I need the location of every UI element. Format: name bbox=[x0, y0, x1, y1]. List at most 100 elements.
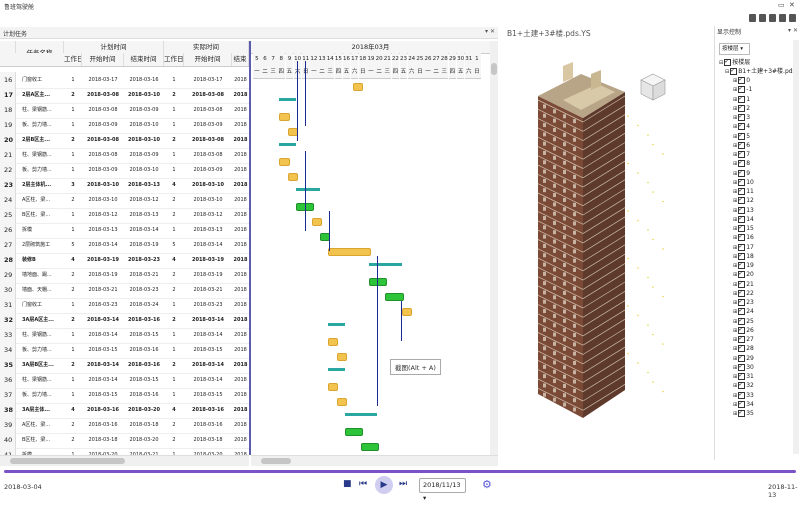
model-viewer[interactable]: B1+土建+3#楼.pds.YS bbox=[503, 26, 712, 462]
tree-project[interactable]: ⊟B1+土建+3#楼.pds bbox=[725, 66, 796, 76]
checkbox-icon[interactable] bbox=[738, 121, 746, 131]
checkbox-icon[interactable] bbox=[738, 279, 746, 288]
col-plan-end[interactable]: 结束时间 bbox=[124, 53, 164, 66]
checkbox-icon[interactable] bbox=[738, 84, 746, 94]
copy-icon[interactable] bbox=[769, 14, 776, 22]
task-panel-pin[interactable]: ▾ ✕ bbox=[485, 28, 495, 35]
checkbox-icon[interactable] bbox=[738, 343, 746, 353]
gantt-bar[interactable] bbox=[369, 278, 388, 286]
col-actual-start[interactable]: 开始时间 bbox=[184, 53, 232, 66]
gantt-bar[interactable] bbox=[336, 398, 347, 406]
tree-floor-item[interactable]: ⊞32 bbox=[733, 380, 754, 390]
checkbox-icon[interactable] bbox=[738, 232, 746, 242]
tree-floor-item[interactable]: ⊞26 bbox=[733, 325, 754, 335]
gantt-bar[interactable] bbox=[312, 218, 323, 226]
tree-floor-item[interactable]: ⊞14 bbox=[733, 214, 754, 224]
checkbox-icon[interactable] bbox=[738, 103, 746, 112]
tree-floor-item[interactable]: ⊞27 bbox=[733, 334, 754, 344]
checkbox-icon[interactable] bbox=[738, 306, 746, 316]
tree-floor-item[interactable]: ⊞30 bbox=[733, 362, 754, 372]
checkbox-icon[interactable] bbox=[738, 251, 746, 260]
tree-floor-item[interactable]: ⊞20 bbox=[733, 269, 754, 279]
tree-floor-item[interactable]: ⊞13 bbox=[733, 205, 754, 215]
checkbox-icon[interactable] bbox=[738, 112, 746, 121]
checkbox-icon[interactable] bbox=[738, 325, 746, 334]
display-control-pin[interactable]: ▾ ✕ bbox=[788, 27, 798, 34]
tree-floor-item[interactable]: ⊞10 bbox=[733, 177, 754, 187]
checkbox-icon[interactable] bbox=[738, 131, 746, 140]
stop-button[interactable]: ■ bbox=[343, 479, 352, 489]
tree-floor-item[interactable]: ⊞19 bbox=[733, 260, 754, 270]
gear-icon[interactable]: ⚙ bbox=[482, 478, 492, 491]
checkbox-icon[interactable] bbox=[738, 94, 746, 103]
gantt-bar[interactable] bbox=[287, 173, 298, 181]
checkbox-icon[interactable] bbox=[738, 390, 746, 399]
gantt-bar[interactable] bbox=[336, 353, 347, 361]
tree-floor-item[interactable]: ⊞35 bbox=[733, 408, 754, 418]
gantt-bar[interactable] bbox=[344, 413, 378, 416]
checkbox-icon[interactable] bbox=[738, 269, 746, 279]
tree-floor-item[interactable]: ⊞28 bbox=[733, 343, 754, 353]
checkbox-icon[interactable] bbox=[738, 288, 746, 297]
tree-floor-item[interactable]: ⊞12 bbox=[733, 195, 754, 205]
gantt-bar[interactable] bbox=[344, 428, 363, 436]
settings-icon[interactable] bbox=[789, 14, 796, 22]
gantt-bar[interactable] bbox=[401, 308, 412, 316]
prev-button[interactable]: ⏮ bbox=[359, 479, 367, 489]
gantt-bar[interactable] bbox=[328, 248, 372, 256]
checkbox-icon[interactable] bbox=[738, 149, 746, 158]
gantt-bar[interactable] bbox=[279, 113, 290, 121]
checkbox-icon[interactable] bbox=[738, 316, 746, 325]
tree-floor-item[interactable]: ⊞16 bbox=[733, 232, 754, 242]
table-row[interactable]: 41 拆模 1 2018-03-20 2018-03-21 1 2018-03-20 2018 bbox=[0, 447, 249, 455]
stack-icon[interactable] bbox=[779, 14, 786, 22]
tree-floor-item[interactable]: ⊞21 bbox=[733, 279, 754, 289]
checkbox-icon[interactable] bbox=[738, 186, 746, 195]
col-workdays[interactable]: 工作日 bbox=[64, 53, 82, 66]
checkbox-icon[interactable] bbox=[738, 205, 746, 214]
gantt-bar[interactable] bbox=[328, 368, 345, 371]
tree-floor-item[interactable]: ⊞33 bbox=[733, 390, 754, 400]
checkbox-icon[interactable] bbox=[738, 177, 746, 186]
gantt-bar[interactable] bbox=[385, 293, 404, 301]
checkbox-icon[interactable] bbox=[738, 214, 746, 223]
gantt-bar[interactable] bbox=[279, 98, 296, 101]
col-workdays-actual[interactable]: 工作日 bbox=[164, 53, 184, 66]
col-plan-start[interactable]: 开始时间 bbox=[82, 53, 124, 66]
tree-floor-item[interactable]: ⊞25 bbox=[733, 316, 754, 326]
gantt-bar[interactable] bbox=[352, 83, 363, 91]
tree-scrollbar[interactable] bbox=[793, 40, 799, 454]
checkbox-icon[interactable] bbox=[738, 371, 746, 380]
filter-dropdown[interactable]: 按楼层 ▾ bbox=[719, 43, 750, 55]
checkbox-icon[interactable] bbox=[738, 380, 746, 390]
close-button[interactable]: ✕ bbox=[789, 1, 795, 9]
checkbox-icon[interactable] bbox=[738, 242, 746, 251]
checkbox-icon[interactable] bbox=[738, 334, 746, 343]
gantt-bar[interactable] bbox=[279, 158, 290, 166]
timeline-progress[interactable] bbox=[4, 470, 796, 473]
gantt-bar[interactable] bbox=[369, 263, 402, 266]
checkbox-icon[interactable] bbox=[738, 297, 746, 306]
gantt-bar[interactable] bbox=[279, 143, 296, 146]
gantt-bar[interactable] bbox=[328, 323, 345, 326]
checkbox-icon[interactable] bbox=[738, 260, 746, 269]
gantt-bar[interactable] bbox=[328, 383, 339, 391]
checkbox-icon[interactable] bbox=[738, 223, 746, 232]
play-button[interactable]: ▶ bbox=[375, 476, 393, 494]
tree-floor-item[interactable]: ⊞17 bbox=[733, 242, 754, 252]
restore-button[interactable]: ▭ bbox=[778, 1, 785, 9]
tree-floor-item[interactable]: ⊞29 bbox=[733, 353, 754, 363]
checkbox-icon[interactable] bbox=[738, 140, 746, 149]
checkbox-icon[interactable] bbox=[738, 168, 746, 177]
tree-floor-item[interactable]: ⊞15 bbox=[733, 223, 754, 233]
checkbox-icon[interactable] bbox=[738, 399, 746, 408]
gantt-bar[interactable] bbox=[328, 338, 339, 346]
tree-floor-item[interactable]: ⊞23 bbox=[733, 297, 754, 307]
checkbox-icon[interactable] bbox=[738, 362, 746, 371]
next-button[interactable]: ⏭ bbox=[399, 479, 407, 489]
tree-floor-item[interactable]: ⊞18 bbox=[733, 251, 754, 261]
tree-floor-item[interactable]: ⊞34 bbox=[733, 399, 754, 409]
checkbox-icon[interactable] bbox=[738, 75, 746, 84]
checkbox-icon[interactable] bbox=[738, 408, 746, 417]
view-cube-icon[interactable] bbox=[749, 14, 756, 22]
